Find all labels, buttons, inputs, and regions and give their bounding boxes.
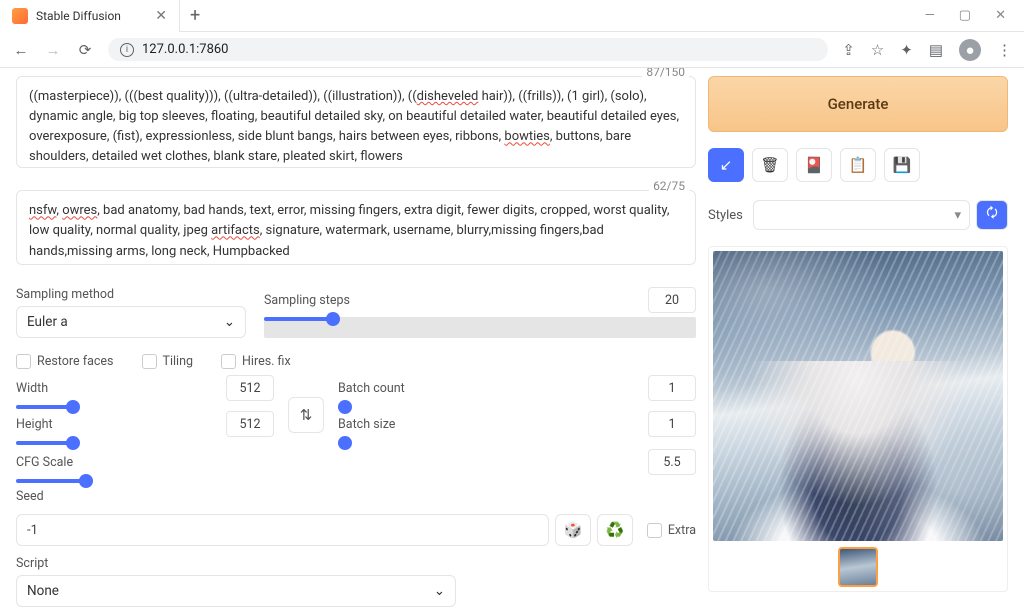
chevron-down-icon: ⌄ [434,583,445,599]
script-value: None [27,583,59,599]
height-value[interactable]: 512 [226,411,274,437]
clipboard-button[interactable]: 📋 [840,148,876,182]
seed-input[interactable]: -1 [16,514,549,546]
generate-button[interactable]: Generate [708,76,1008,132]
sidepanel-icon[interactable]: ▤ [929,41,943,59]
cfg-label: CFG Scale [16,455,73,470]
cfg-value[interactable]: 5.5 [648,449,696,475]
tab-title: Stable Diffusion [36,9,121,23]
titlebar: Stable Diffusion ✕ + — ▢ ✕ [0,0,1024,32]
reload-button[interactable]: ⟳ [76,41,94,59]
generated-image[interactable] [713,251,1003,541]
script-select[interactable]: None ⌄ [16,575,456,607]
styles-select[interactable]: ▾ [753,200,970,230]
script-label: Script [16,556,696,571]
address-bar[interactable]: i 127.0.0.1:7860 [108,38,828,61]
height-label: Height [16,417,53,432]
batch-count-value[interactable]: 1 [648,375,696,401]
close-window-icon[interactable]: ✕ [995,8,1006,23]
sampling-method-select[interactable]: Euler a ⌄ [16,306,246,338]
arrow-action-button[interactable]: ↙ [708,148,744,182]
prompt-token-count: 87/150 [642,68,689,82]
share-icon[interactable]: ⇪ [842,41,855,59]
action-icon-row: ↙ 🗑 🎴 📋 💾 [708,148,1008,182]
new-tab-button[interactable]: + [180,5,210,26]
save-button[interactable]: 💾 [884,148,920,182]
negative-token-count: 62/75 [649,177,689,196]
chevron-down-icon: ⌄ [224,314,235,330]
sampling-steps-slider[interactable] [264,317,696,338]
thumbnail[interactable] [838,547,878,587]
swap-dimensions-button[interactable]: ⇅ [288,397,324,433]
tab-close-icon[interactable]: ✕ [155,8,167,24]
tab-favicon [12,8,28,24]
batch-size-label: Batch size [338,417,395,432]
output-preview: ✕ [708,246,1008,592]
minimize-icon[interactable]: — [925,8,935,23]
urlbar: ← → ⟳ i 127.0.0.1:7860 ⇪ ☆ ✦ ▤ ● ⋮ [0,32,1024,68]
profile-avatar[interactable]: ● [959,39,981,61]
trash-button[interactable]: 🗑 [752,148,788,182]
negative-prompt-text: nsfw, owres, bad anatomy, bad hands, tex… [29,203,669,258]
styles-label: Styles [708,208,743,223]
palette-button[interactable]: 🎴 [796,148,832,182]
extensions-icon[interactable]: ✦ [900,41,913,59]
url-text: 127.0.0.1:7860 [142,42,229,57]
hires-fix-checkbox[interactable]: Hires. fix [221,354,291,369]
prompt-text: ((masterpiece)), (((best quality))), ((u… [29,89,679,164]
random-seed-button[interactable]: 🎲 [555,514,591,546]
refresh-styles-button[interactable]: 🗘 [976,200,1008,230]
forward-button[interactable]: → [44,41,62,59]
width-value[interactable]: 512 [226,375,274,401]
seed-label: Seed [16,489,696,504]
browser-tab[interactable]: Stable Diffusion ✕ [0,0,180,32]
sampling-method-value: Euler a [27,314,68,330]
sampling-steps-value[interactable]: 20 [648,287,696,313]
sampling-steps-label: Sampling steps [264,293,350,308]
menu-icon[interactable]: ⋮ [997,41,1012,59]
negative-prompt-textarea[interactable]: 62/75 nsfw, owres, bad anatomy, bad hand… [16,190,696,265]
chevron-down-icon: ▾ [954,208,961,223]
reuse-seed-button[interactable]: ♻️ [597,514,633,546]
prompt-textarea[interactable]: 87/150 ((masterpiece)), (((best quality)… [16,76,696,168]
extra-checkbox[interactable]: Extra [647,523,696,538]
site-info-icon[interactable]: i [120,43,134,57]
maximize-icon[interactable]: ▢ [959,8,971,23]
sampling-method-label: Sampling method [16,287,246,302]
batch-count-label: Batch count [338,381,405,396]
tiling-checkbox[interactable]: Tiling [142,354,194,369]
restore-faces-checkbox[interactable]: Restore faces [16,354,114,369]
back-button[interactable]: ← [12,41,30,59]
batch-size-value[interactable]: 1 [648,411,696,437]
window-controls: — ▢ ✕ [925,8,1024,23]
width-label: Width [16,381,48,396]
bookmark-icon[interactable]: ☆ [871,41,884,59]
